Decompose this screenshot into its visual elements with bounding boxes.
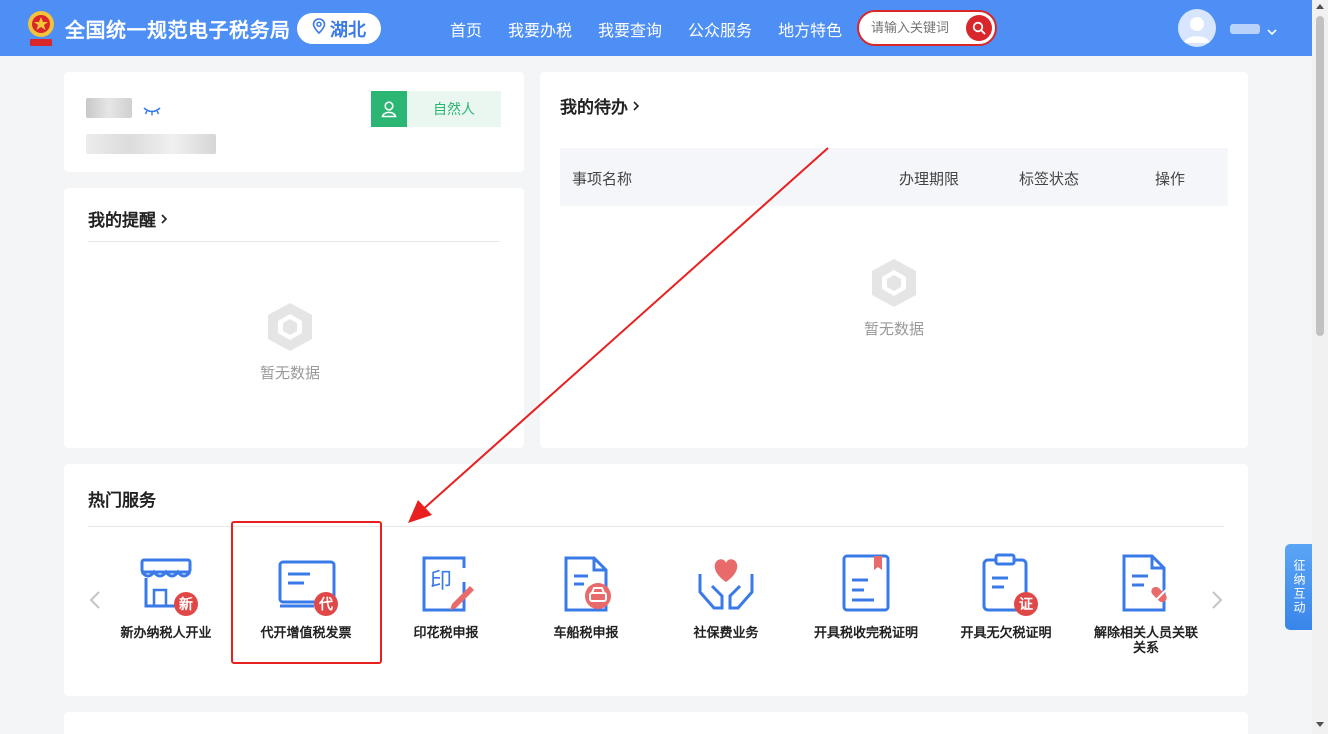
todo-empty-state: 暂无数据 <box>864 256 924 339</box>
user-name-redacted[interactable] <box>1230 24 1260 34</box>
todo-title-link[interactable]: 我的待办 <box>560 93 640 118</box>
profile-card: 自然人 <box>64 72 524 172</box>
col-deadline: 办理期限 <box>899 170 960 188</box>
todo-table-header: 事项名称 办理期限 标签状态 操作 <box>560 148 1228 206</box>
user-name-redacted-text <box>86 98 132 118</box>
reminders-title: 我的提醒 <box>88 211 156 231</box>
stamp-tax-icon: 印 <box>414 552 478 616</box>
service-no-tax-arrears-certificate[interactable]: 证 开具无欠税证明 <box>936 552 1076 641</box>
empty-box-icon <box>268 303 312 351</box>
unlink-document-icon <box>1114 552 1178 616</box>
region-selector[interactable]: 湖北 <box>297 13 381 44</box>
scroll-down-arrow[interactable] <box>1316 722 1324 727</box>
tax-interaction-float-button[interactable]: 征纳互动 <box>1285 544 1312 630</box>
role-label: 自然人 <box>407 91 501 127</box>
eye-closed-icon[interactable] <box>142 102 162 121</box>
carousel-next-button[interactable] <box>1210 590 1224 614</box>
reminders-empty-state: 暂无数据 <box>260 300 320 383</box>
reminders-card: 我的提醒 暂无数据 <box>64 188 524 448</box>
service-label: 开具税收完税证明 <box>813 626 918 641</box>
next-section-card <box>64 712 1248 734</box>
todo-title: 我的待办 <box>560 98 628 118</box>
service-badge: 新 <box>174 592 198 616</box>
search-icon <box>972 21 986 35</box>
certificate-icon <box>834 552 898 616</box>
col-item-name: 事项名称 <box>572 170 633 188</box>
reminders-title-link[interactable]: 我的提醒 <box>88 206 168 231</box>
scroll-thumb[interactable] <box>1316 16 1324 336</box>
role-tag[interactable]: 自然人 <box>371 91 501 127</box>
service-tax-payment-certificate[interactable]: 开具税收完税证明 <box>796 552 936 641</box>
col-label-status: 标签状态 <box>1019 170 1080 188</box>
highlight-annotation-box <box>231 521 382 664</box>
heart-hands-icon <box>694 552 758 616</box>
site-title[interactable]: 全国统一规范电子税务局 <box>65 14 291 43</box>
col-operation: 操作 <box>1155 170 1186 188</box>
top-header: 全国统一规范电子税务局 湖北 首页 我要办税 我要查询 公众服务 地方特色 <box>0 0 1312 56</box>
svg-text:印: 印 <box>430 569 452 594</box>
nav-handle-tax[interactable]: 我要办税 <box>508 17 572 41</box>
scroll-up-arrow[interactable] <box>1316 4 1324 9</box>
service-label: 解除相关人员关联关系 <box>1093 626 1198 656</box>
page-scrollbar[interactable] <box>1312 0 1328 734</box>
search-input[interactable] <box>871 20 963 36</box>
todo-card: 我的待办 事项名称 办理期限 标签状态 操作 暂无数据 <box>540 72 1248 448</box>
nav-local-features[interactable]: 地方特色 <box>778 17 842 41</box>
service-label: 车船税申报 <box>553 626 619 641</box>
todo-empty-text: 暂无数据 <box>864 320 925 338</box>
chevron-right-icon <box>161 213 168 224</box>
service-label: 印花税申报 <box>413 626 479 641</box>
search-button[interactable] <box>966 15 992 41</box>
vehicle-tax-icon <box>554 552 618 616</box>
tax-emblem-icon[interactable] <box>24 9 58 49</box>
empty-box-icon <box>872 259 916 307</box>
service-social-insurance[interactable]: 社保费业务 <box>656 552 796 641</box>
region-label: 湖北 <box>330 19 366 41</box>
service-label: 开具无欠税证明 <box>960 626 1052 641</box>
store-icon: 新 <box>134 552 198 616</box>
service-label: 社保费业务 <box>693 626 759 641</box>
user-id-redacted-text <box>86 134 216 154</box>
location-pin-icon <box>312 18 326 39</box>
person-icon <box>371 91 407 127</box>
service-label: 新办纳税人开业 <box>120 626 212 641</box>
user-avatar[interactable] <box>1178 9 1216 47</box>
chevron-right-icon <box>633 100 640 111</box>
nav-home[interactable]: 首页 <box>450 17 482 41</box>
user-icon <box>1184 17 1210 43</box>
service-vehicle-tax-filing[interactable]: 车船税申报 <box>516 552 656 641</box>
service-stamp-tax-filing[interactable]: 印 印花税申报 <box>376 552 516 641</box>
service-badge: 证 <box>1014 592 1038 616</box>
hot-services-title: 热门服务 <box>88 491 156 511</box>
divider <box>88 241 500 242</box>
main-nav: 首页 我要办税 我要查询 公众服务 地方特色 <box>450 17 842 41</box>
float-label: 征纳互动 <box>1292 559 1306 615</box>
search-box <box>857 10 997 46</box>
clipboard-icon: 证 <box>974 552 1038 616</box>
chevron-right-icon <box>1212 591 1223 609</box>
nav-public-service[interactable]: 公众服务 <box>688 17 752 41</box>
service-new-taxpayer[interactable]: 新 新办纳税人开业 <box>96 552 236 641</box>
reminders-empty-text: 暂无数据 <box>260 364 321 382</box>
chevron-down-icon[interactable] <box>1266 22 1278 41</box>
nav-query[interactable]: 我要查询 <box>598 17 662 41</box>
service-unlink-related-persons[interactable]: 解除相关人员关联关系 <box>1076 552 1216 656</box>
